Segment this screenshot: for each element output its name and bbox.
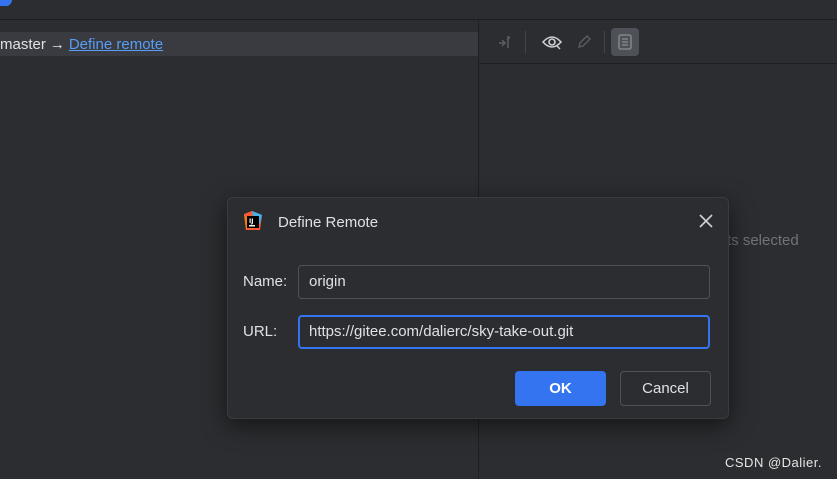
document-icon[interactable]: [611, 27, 639, 56]
toolbar-separator: [604, 30, 605, 53]
pencil-icon[interactable]: [570, 28, 598, 56]
url-field[interactable]: https://gitee.com/dalierc/sky-take-out.g…: [298, 315, 710, 349]
name-label: Name:: [243, 273, 288, 290]
eye-icon[interactable]: [538, 28, 566, 56]
watermark: CSDN @Dalier.: [725, 455, 822, 470]
branch-row: master → Define remote: [0, 32, 478, 56]
cancel-button[interactable]: Cancel: [620, 371, 711, 406]
ok-button[interactable]: OK: [515, 371, 606, 406]
url-label: URL:: [243, 323, 278, 340]
intellij-logo-icon: IJ: [242, 210, 264, 232]
right-toolbar: [479, 20, 837, 64]
define-remote-link[interactable]: Define remote: [69, 36, 163, 53]
name-field[interactable]: origin: [298, 265, 710, 299]
title-bar: [0, 0, 837, 20]
toolbar-separator: [525, 30, 526, 53]
merge-arrow-icon[interactable]: [491, 28, 519, 56]
define-remote-dialog: IJ Define Remote Name: origin URL: https…: [227, 197, 729, 419]
arrow-icon: →: [49, 35, 65, 53]
branch-name: master: [0, 35, 46, 53]
close-icon[interactable]: [698, 213, 714, 229]
app-logo-icon: [0, 0, 12, 6]
empty-state-text: ts selected: [727, 232, 799, 249]
svg-text:IJ: IJ: [249, 218, 253, 225]
dialog-title: Define Remote: [278, 214, 379, 231]
